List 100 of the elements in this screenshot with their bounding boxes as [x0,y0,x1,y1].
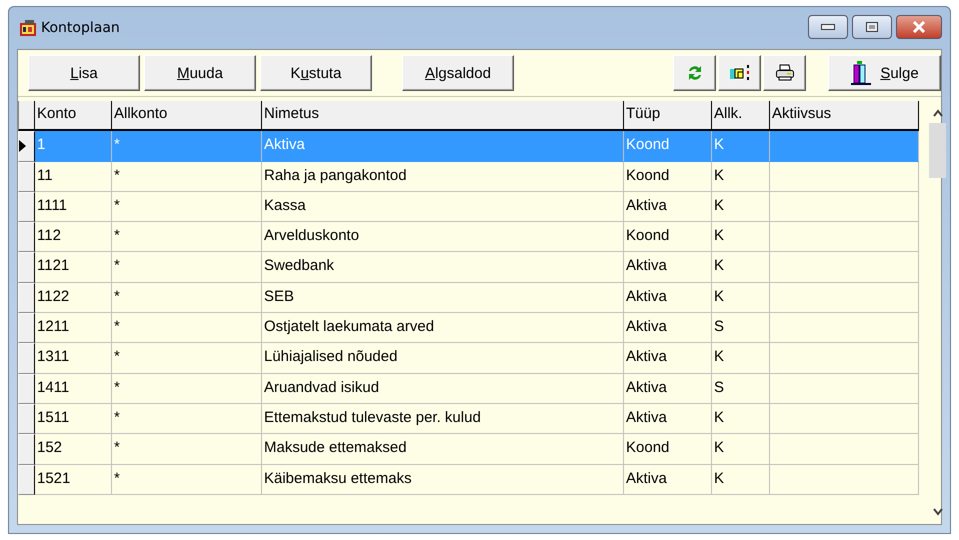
table-row[interactable]: 152 * Maksude ettemaksed Koond K [18,434,919,465]
table-cell: * [112,192,262,222]
close-window-button[interactable]: Sulge [828,55,941,91]
app-icon [19,19,37,37]
printer-icon [774,64,794,82]
table-cell: Aktiva [624,192,712,222]
table-cell: 11 [35,162,112,192]
toolbar-button[interactable] [673,55,716,91]
column-header[interactable]: Nimetus [262,101,624,132]
table-cell: 1521 [35,464,112,495]
row-selector[interactable] [18,374,35,404]
table-row[interactable]: 1122 * SEB Aktiva K [18,282,919,314]
scroll-thumb[interactable] [929,123,946,178]
table-row[interactable]: 112 * Arvelduskonto Koond K [18,222,919,252]
table-cell: Aktiva [624,252,712,283]
door-icon [850,60,872,86]
table-cell: 1211 [35,313,112,344]
table-row[interactable]: 1521 * Käibemaksu ettemaks Aktiva K [18,464,919,495]
minimize-button[interactable] [808,15,848,39]
row-selector[interactable] [18,404,35,434]
table-cell: * [112,404,262,434]
table-cell: Aktiva [624,282,712,314]
row-selector[interactable] [18,131,35,162]
table-cell: K [712,252,770,283]
row-selector[interactable] [18,434,35,465]
table-cell: K [712,464,770,495]
row-selector[interactable] [18,222,35,252]
table-cell: * [112,282,262,314]
table-cell: * [112,434,262,465]
row-selector[interactable] [18,252,35,283]
table-cell: K [712,282,770,314]
table-cell: * [112,464,262,495]
column-header[interactable]: Allk. [712,101,770,132]
maximize-button[interactable] [852,15,892,39]
column-header[interactable]: Aktiivsus [770,101,919,132]
row-selector[interactable] [18,162,35,192]
column-header[interactable]: Tüüp [624,101,712,132]
table-cell: Aruandvad isikud [262,374,624,404]
table-row[interactable]: 1411 * Aruandvad isikud Aktiva S [18,374,919,404]
close-icon [912,21,926,33]
toolbar-button[interactable]: Muuda [144,55,256,91]
table-row[interactable]: 1111 * Kassa Aktiva K [18,192,919,222]
table-cell: * [112,343,262,374]
table-cell: Lühiajalised nõuded [262,343,624,374]
scroll-up-icon [932,109,942,117]
table-cell: * [112,313,262,344]
table-cell: Ostjatelt laekumata arved [262,313,624,344]
column-header[interactable]: Allkonto [112,101,262,132]
row-selector[interactable] [18,464,35,495]
table-cell: * [112,162,262,192]
table-cell: 1511 [35,404,112,434]
row-selector[interactable] [18,192,35,222]
table-cell: Aktiva [624,343,712,374]
table-cell: Arvelduskonto [262,222,624,252]
table-cell: Koond [624,434,712,465]
toolbar-button[interactable]: Kustuta [260,55,372,91]
table-row[interactable]: 11 * Raha ja pangakontod Koond K [18,162,919,192]
table-cell: S [712,313,770,344]
table-cell: K [712,131,770,162]
table-cell: * [112,374,262,404]
column-header[interactable]: Konto [35,101,112,132]
table-cell: Käibemaksu ettemaks [262,464,624,495]
table-cell: 1121 [35,252,112,283]
close-button[interactable] [896,15,942,39]
table-cell: K [712,192,770,222]
table-cell: 1 [35,131,112,162]
table-cell: Maksude ettemaksed [262,434,624,465]
table-cell: SEB [262,282,624,314]
table-cell: Koond [624,162,712,192]
row-selector[interactable] [18,313,35,344]
table-cell: 1411 [35,374,112,404]
window-title: Kontoplaan [41,20,121,36]
row-selector[interactable] [18,343,35,374]
table-cell: Aktiva [624,374,712,404]
toolbar-button[interactable]: Lisa [28,55,140,91]
toolbar-button[interactable]: Algsaldod [402,55,514,91]
table-row[interactable]: 1511 * Ettemakstud tulevaste per. kulud Aktiva K [18,404,919,434]
table-cell: K [712,404,770,434]
table-cell: 152 [35,434,112,465]
table-cell: Ettemakstud tulevaste per. kulud [262,404,624,434]
maximize-icon [866,22,878,32]
table-cell: Koond [624,131,712,162]
toolbar-button[interactable] [763,55,806,91]
row-selector[interactable] [18,282,35,314]
table-cell: 1122 [35,282,112,314]
table-row[interactable]: 1121 * Swedbank Aktiva K [18,252,919,283]
table-row[interactable]: 1311 * Lühiajalised nõuded Aktiva K [18,343,919,374]
table-cell: 1311 [35,343,112,374]
scroll-down-icon [932,508,942,516]
table-row[interactable]: 1211 * Ostjatelt laekumata arved Aktiva S [18,313,919,344]
table-cell: Swedbank [262,252,624,283]
table-cell: 112 [35,222,112,252]
table-cell: Koond [624,222,712,252]
table-cell: 1111 [35,192,112,222]
header-corner [18,101,35,132]
table-cell: * [112,222,262,252]
toolbar-button[interactable] [718,55,761,91]
table-cell: S [712,374,770,404]
table-cell: Aktiva [624,404,712,434]
table-cell: * [112,252,262,283]
